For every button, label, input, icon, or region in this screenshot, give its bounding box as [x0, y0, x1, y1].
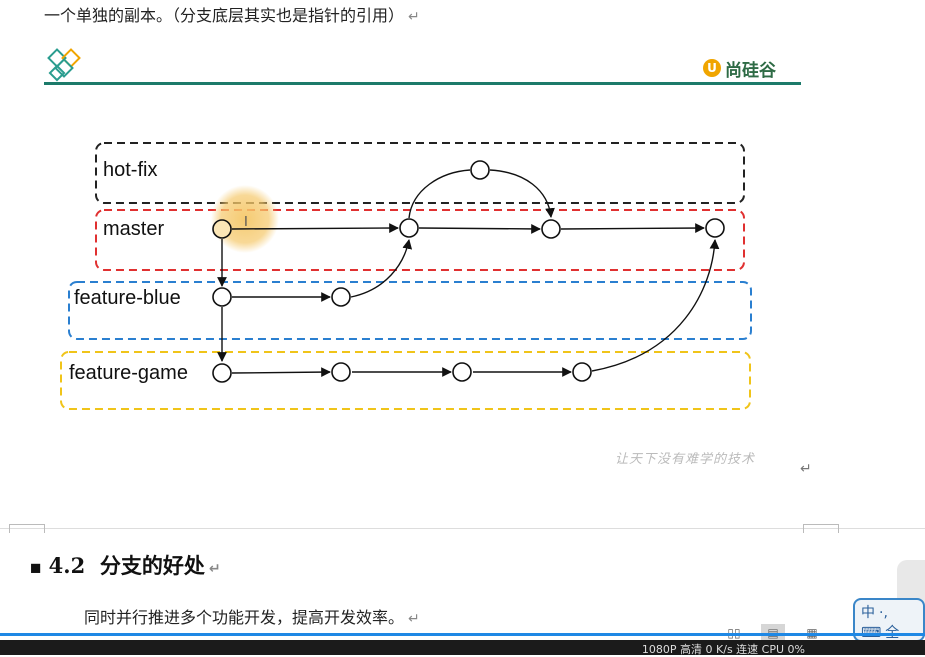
lane-box-hot-fix — [95, 142, 745, 204]
commit-node — [572, 362, 592, 382]
commit-node — [331, 287, 351, 307]
commit-node — [399, 218, 419, 238]
lane-label-feature-blue: feature-blue — [74, 287, 181, 309]
commit-node — [212, 363, 232, 383]
edge-master-1 — [231, 223, 399, 233]
video-progress-bar[interactable] — [0, 633, 925, 636]
body-paragraph: 同时并行推进多个功能开发，提高开发效率。 ↵ — [84, 604, 420, 628]
commit-node — [212, 287, 232, 307]
lane-label-hot-fix: hot-fix — [103, 159, 158, 181]
paragraph-mark: ↵ — [208, 561, 221, 577]
page-separator — [0, 528, 925, 529]
commit-node — [452, 362, 472, 382]
edge-game-1 — [231, 367, 331, 377]
page-corner-marker — [803, 524, 839, 533]
section-title: 分支的好处 — [99, 553, 205, 578]
text-cursor-icon: I — [244, 215, 248, 230]
edge-master-3 — [560, 223, 705, 233]
ime-language[interactable]: 中 — [861, 602, 875, 622]
lane-label-master: master — [103, 218, 165, 240]
edge-master-2 — [418, 224, 541, 234]
lane-box-master — [95, 209, 745, 271]
page-corner-marker — [9, 524, 45, 533]
commit-node — [541, 219, 561, 239]
watermark-slogan: 让天下没有难学的技术 — [615, 452, 756, 467]
commit-node — [212, 219, 232, 239]
commit-node — [705, 218, 725, 238]
paragraph-mark: ↵ — [800, 461, 812, 477]
heading-bullet-icon: ■ — [30, 560, 42, 575]
body-text: 同时并行推进多个功能开发，提高开发效率。 — [84, 608, 405, 627]
commit-node — [470, 160, 490, 180]
commit-node — [331, 362, 351, 382]
ime-width-mode[interactable]: 全 — [885, 622, 899, 642]
section-heading: ■ 4.2 分支的好处 ↵ — [30, 550, 221, 580]
paragraph-mark: ↵ — [408, 611, 420, 627]
lane-label-feature-game: feature-game — [69, 362, 188, 384]
section-number: 4.2 — [48, 553, 86, 578]
branch-diagram: I — [60, 142, 752, 410]
ime-punct[interactable]: ·, — [879, 605, 888, 621]
edge-blue-merge — [350, 239, 413, 298]
